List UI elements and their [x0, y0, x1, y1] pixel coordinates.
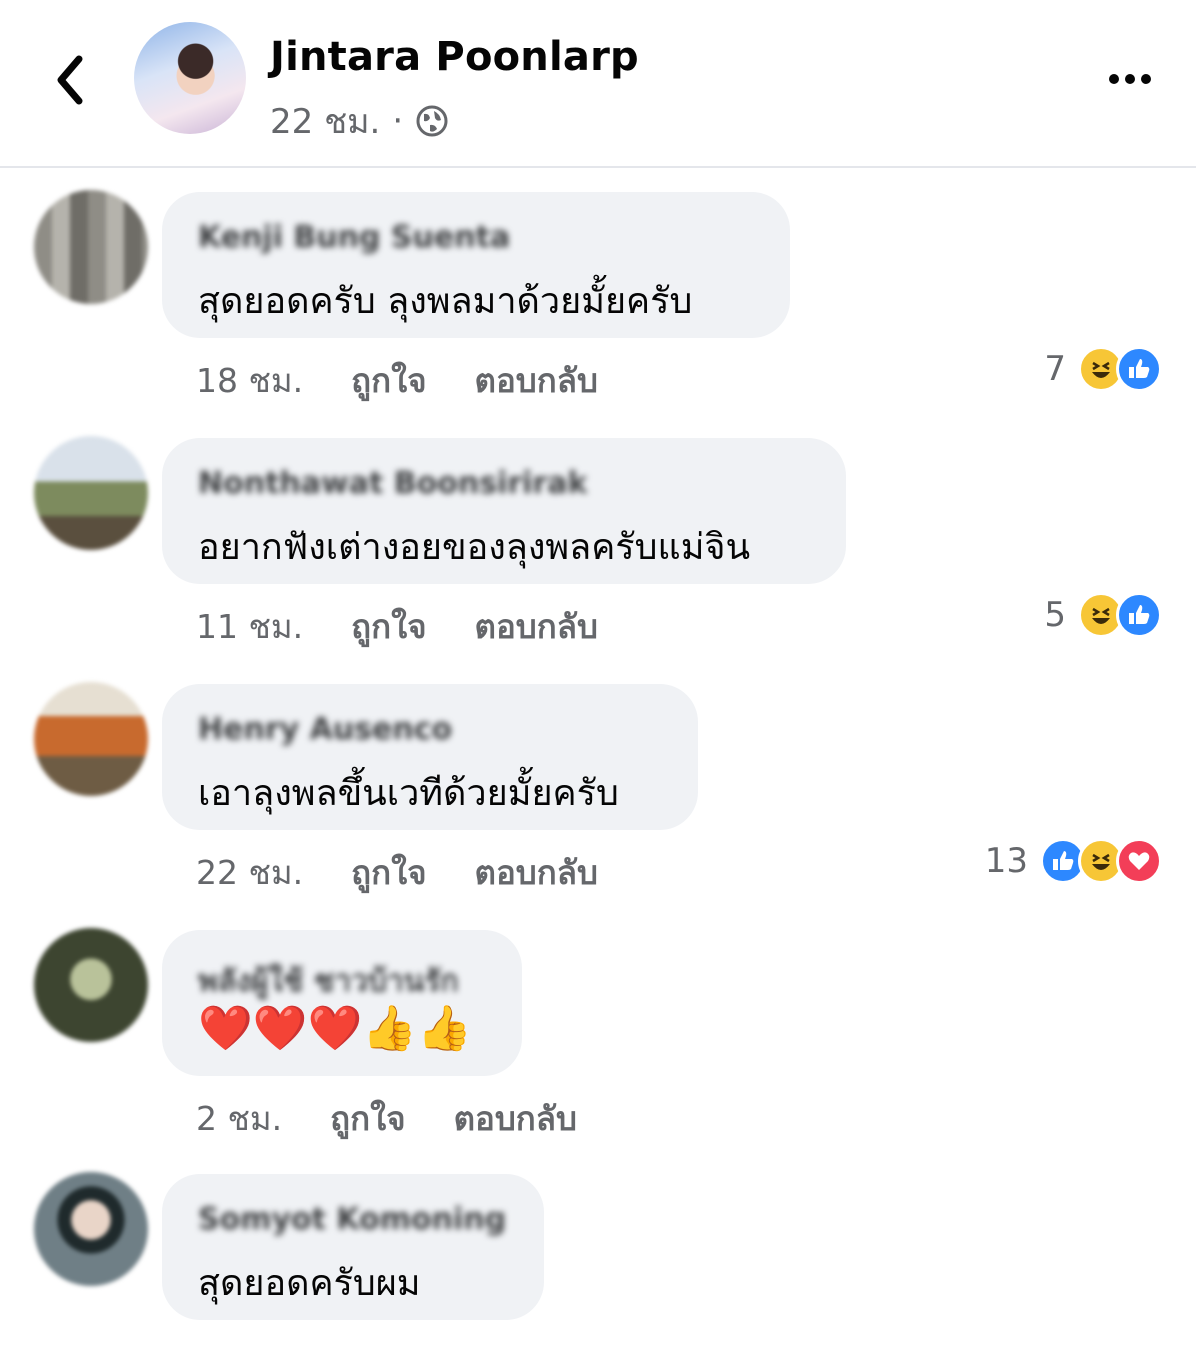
commenter-avatar[interactable]: [34, 1172, 148, 1286]
comment-bubble: Somyot Komoning สุดยอดครับผม: [162, 1174, 544, 1320]
commenter-name[interactable]: Kenji Bung Suenta: [198, 220, 510, 255]
author-avatar[interactable]: [134, 22, 246, 134]
dot: [1125, 74, 1135, 84]
reaction-summary[interactable]: 13: [985, 838, 1162, 884]
meta-separator: ·: [392, 101, 404, 141]
reply-button[interactable]: ตอบกลับ: [454, 1092, 577, 1145]
comment-text: สุดยอดครับ ลุงพลมาด้วยมั้ยครับ: [198, 281, 693, 322]
back-button[interactable]: [44, 48, 96, 112]
like-button[interactable]: ถูกใจ: [351, 600, 426, 653]
post-meta: 22 ชม. ·: [270, 94, 449, 148]
comment-time[interactable]: 11 ชม.: [196, 600, 303, 653]
dot: [1141, 74, 1151, 84]
reply-button[interactable]: ตอบกลับ: [475, 354, 598, 407]
comment-actions: 18 ชม. ถูกใจ ตอบกลับ: [196, 354, 598, 407]
author-name[interactable]: Jintara Poonlarp: [270, 34, 639, 80]
comment-text: อยากฟังเต่างอยของลุงพลครับแม่จิน: [198, 527, 751, 568]
comment-bubble: Henry Ausenco เอาลุงพลขึ้นเวทีด้วยมั้ยคร…: [162, 684, 698, 830]
commenter-avatar[interactable]: [34, 436, 148, 550]
reply-button[interactable]: ตอบกลับ: [475, 600, 598, 653]
like-button[interactable]: ถูกใจ: [351, 354, 426, 407]
like-reaction-icon: [1116, 346, 1162, 392]
reply-button[interactable]: ตอบกลับ: [475, 846, 598, 899]
like-reaction-icon: [1116, 592, 1162, 638]
comment-bubble: Nonthawat Boonsirirak อยากฟังเต่างอยของล…: [162, 438, 846, 584]
comment-bubble: พลังผู้ใช้ ชาวบ้านรัก ❤️❤️❤️👍👍: [162, 930, 522, 1076]
more-options-button[interactable]: [1100, 60, 1160, 98]
comment-actions: 11 ชม. ถูกใจ ตอบกลับ: [196, 600, 598, 653]
like-button[interactable]: ถูกใจ: [330, 1092, 405, 1145]
like-button[interactable]: ถูกใจ: [351, 846, 426, 899]
commenter-name[interactable]: พลังผู้ใช้ ชาวบ้านรัก: [198, 958, 459, 1005]
commenter-name[interactable]: Somyot Komoning: [198, 1202, 506, 1237]
reaction-count: 7: [1044, 349, 1066, 389]
commenter-name[interactable]: Henry Ausenco: [198, 712, 452, 747]
commenter-avatar[interactable]: [34, 682, 148, 796]
post-header: Jintara Poonlarp 22 ชม. ·: [0, 0, 1196, 168]
comment-actions: 22 ชม. ถูกใจ ตอบกลับ: [196, 846, 598, 899]
comment-text: เอาลุงพลขึ้นเวทีด้วยมั้ยครับ: [198, 773, 619, 814]
reaction-count: 13: [984, 841, 1028, 881]
comment-bubble: Kenji Bung Suenta สุดยอดครับ ลุงพลมาด้วย…: [162, 192, 790, 338]
post-time[interactable]: 22 ชม.: [270, 94, 380, 148]
commenter-avatar[interactable]: [34, 190, 148, 304]
comment-actions: 2 ชม. ถูกใจ ตอบกลับ: [196, 1092, 577, 1145]
reaction-summary[interactable]: 5: [1044, 592, 1162, 638]
love-reaction-icon: [1116, 838, 1162, 884]
comment-text: สุดยอดครับผม: [198, 1263, 421, 1304]
dot: [1109, 74, 1119, 84]
chevron-left-icon: [57, 55, 83, 105]
reaction-summary[interactable]: 7: [1044, 346, 1162, 392]
comment-time[interactable]: 18 ชม.: [196, 354, 303, 407]
commenter-avatar[interactable]: [34, 928, 148, 1042]
commenter-name[interactable]: Nonthawat Boonsirirak: [198, 466, 587, 501]
reaction-count: 5: [1044, 595, 1066, 635]
comment-text: ❤️❤️❤️👍👍: [198, 1003, 472, 1054]
globe-icon: [415, 104, 449, 138]
comment-time[interactable]: 2 ชม.: [196, 1092, 282, 1145]
comment-time[interactable]: 22 ชม.: [196, 846, 303, 899]
